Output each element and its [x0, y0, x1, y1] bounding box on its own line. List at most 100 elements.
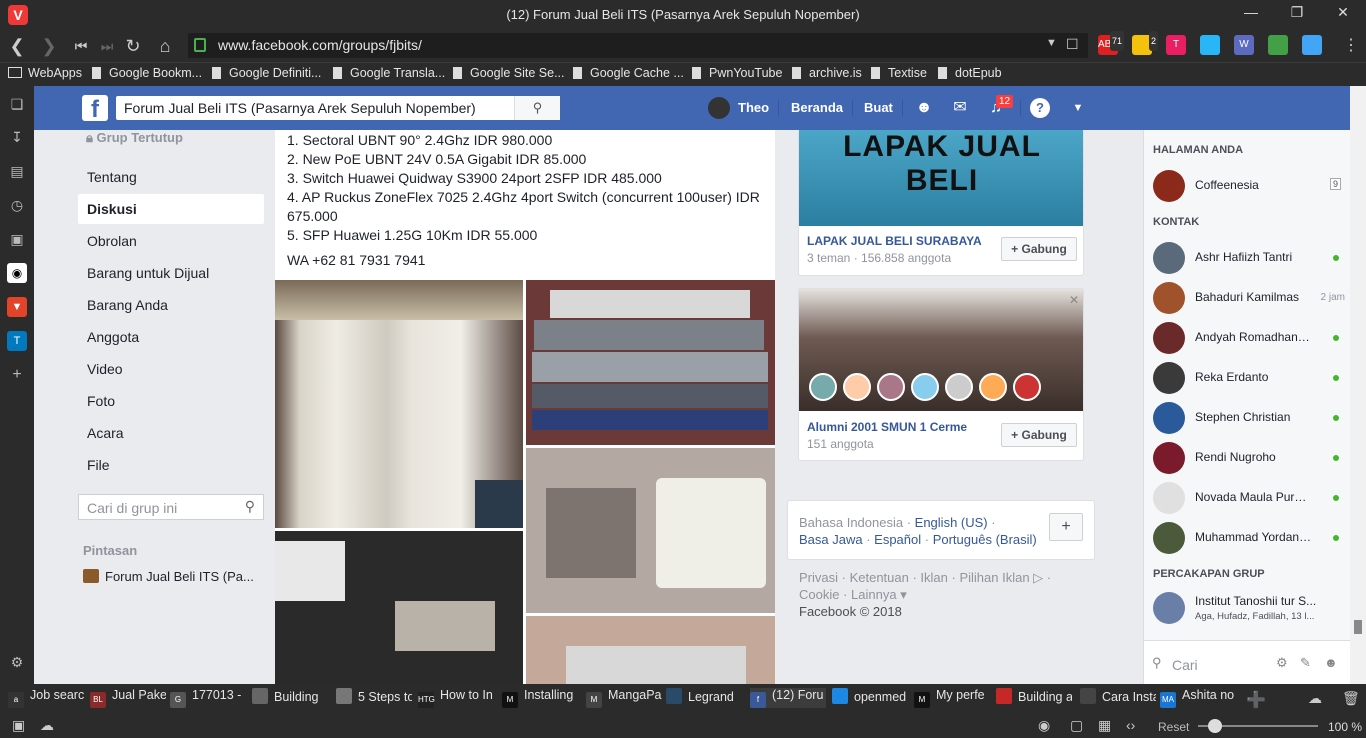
facebook-logo-icon[interactable]: f [82, 95, 108, 121]
notes-panel-icon[interactable]: ▤ [7, 161, 27, 181]
zoom-reset-button[interactable]: Reset [1158, 720, 1189, 734]
contact-item[interactable]: Rendi Nugroho [1153, 440, 1345, 476]
bookmark-item[interactable]: Google Bookm... [92, 66, 202, 80]
compass-icon[interactable] [1302, 35, 1322, 55]
adblock-icon[interactable]: ABP 71 [1098, 31, 1124, 55]
cloud-icon[interactable]: ☁ [1308, 690, 1322, 707]
fastforward-button[interactable]: ⏭ [94, 33, 120, 59]
group-banner[interactable] [799, 289, 1083, 411]
nav-item-barang-anda[interactable]: Barang Anda [78, 290, 264, 320]
bookmark-item[interactable]: Google Definiti... [212, 66, 321, 80]
share-icon[interactable] [1200, 35, 1220, 55]
tab-item[interactable]: M MangaPa [586, 688, 662, 708]
search-icon[interactable]: ⚲ [245, 498, 255, 515]
nav-item-foto[interactable]: Foto [78, 386, 264, 416]
group-name[interactable]: LAPAK JUAL BELI SURABAYA [807, 234, 982, 248]
contact-item[interactable]: Andyah Romadhanti ... [1153, 320, 1345, 356]
menu-icon[interactable]: ⋮ [1338, 33, 1364, 59]
group-name[interactable]: Alumni 2001 SMUN 1 Cerme [807, 420, 967, 434]
photo-ruckus-ap[interactable] [526, 448, 775, 613]
todoist-icon[interactable]: T [1166, 35, 1186, 55]
add-panel-icon[interactable]: + [7, 365, 27, 385]
photo-switches[interactable] [526, 280, 775, 445]
footer-link-ads[interactable]: Iklan [920, 570, 947, 585]
page-item[interactable]: Coffeenesia 9 [1153, 168, 1345, 204]
nav-item-tentang[interactable]: Tentang [78, 162, 264, 192]
language-link[interactable]: Español [874, 532, 921, 547]
close-button[interactable]: ✕ [1328, 4, 1358, 24]
footer-link-more[interactable]: Lainnya [851, 587, 897, 602]
add-language-button[interactable]: + [1049, 513, 1083, 541]
tab-item[interactable]: f (12) Foru [750, 688, 826, 708]
search-icon[interactable]: ⚲ [514, 96, 560, 120]
home-button[interactable]: ⌂ [152, 33, 178, 59]
new-group-icon[interactable]: ☻ [1324, 655, 1338, 670]
footer-link-cookie[interactable]: Cookie [799, 587, 839, 602]
history-icon[interactable]: ◷ [7, 195, 27, 215]
restore-button[interactable]: ❐ [1282, 4, 1312, 24]
tab-item[interactable]: HTG How to In [418, 688, 494, 708]
back-button[interactable]: ❮ [4, 33, 30, 59]
profile-link[interactable]: Theo [738, 100, 769, 115]
tab-item[interactable]: 5 Steps to [336, 688, 412, 708]
reload-button[interactable]: ↻ [120, 33, 146, 59]
bookmark-item[interactable]: dotEpub [938, 66, 1002, 80]
rewind-button[interactable]: ⏮ [68, 33, 94, 59]
sync-icon[interactable]: ☁ [40, 717, 54, 734]
contact-item[interactable]: Novada Maula Purwadi [1153, 480, 1345, 516]
bookmark-item[interactable]: archive.is [792, 66, 862, 80]
tab-item[interactable]: BL Jual Pake [90, 688, 166, 708]
footer-link-adchoices[interactable]: Pilihan Iklan [959, 570, 1029, 585]
language-link[interactable]: English (US) [915, 515, 988, 530]
footer-link-privacy[interactable]: Privasi [799, 570, 838, 585]
leaf-icon[interactable] [1268, 35, 1288, 55]
address-bar[interactable]: www.facebook.com/groups/fjbits/ ▼ ☐ [188, 33, 1088, 58]
tab-item[interactable]: M Installing [502, 688, 578, 708]
nav-item-obrolan[interactable]: Obrolan [78, 226, 264, 256]
tiling-icon[interactable]: ▢ [1070, 717, 1083, 734]
zoom-slider-handle[interactable] [1208, 719, 1222, 733]
contact-item[interactable]: Ashr Hafiizh Tantri [1153, 240, 1345, 276]
chat-settings-icon[interactable]: ⚙ [1276, 655, 1288, 671]
help-icon[interactable]: ? [1030, 98, 1050, 118]
window-panel-icon[interactable]: ▣ [7, 229, 27, 249]
tab-item[interactable]: Building [252, 688, 328, 708]
zoom-slider[interactable] [1198, 719, 1318, 733]
nav-item-video[interactable]: Video [78, 354, 264, 384]
trash-icon[interactable]: 🗑︎ [1342, 690, 1360, 707]
photo-poe[interactable] [275, 531, 523, 684]
tab-item[interactable]: M My perfe [914, 688, 990, 708]
tab-item[interactable]: openmed [832, 688, 908, 708]
photo-sfp[interactable] [526, 616, 775, 684]
shortcut-item[interactable]: Forum Jual Beli ITS (Pa... [83, 569, 254, 584]
bookmark-item[interactable]: WebApps [8, 66, 82, 80]
bookmark-item[interactable]: Google Transla... [333, 66, 445, 80]
nav-item-acara[interactable]: Acara [78, 418, 264, 448]
tab-item[interactable]: a Job searc [8, 688, 84, 708]
create-link[interactable]: Buat [864, 100, 893, 115]
settings-icon[interactable]: ⚙ [7, 652, 27, 672]
bookmark-item[interactable]: Textise [871, 66, 927, 80]
avatar[interactable] [708, 97, 730, 119]
gitlab-icon[interactable]: ▼ [7, 297, 27, 317]
home-link[interactable]: Beranda [791, 100, 843, 115]
contact-item[interactable]: Bahaduri Kamilmas 2 jam [1153, 280, 1345, 316]
group-search-input[interactable]: Cari di grup ini ⚲ [78, 494, 264, 520]
nav-item-file[interactable]: File [78, 450, 264, 480]
dropdown-icon[interactable]: ▼ [1046, 37, 1057, 49]
contact-item[interactable]: Reka Erdanto [1153, 360, 1345, 396]
page-actions-icon[interactable]: ‹› [1126, 717, 1135, 733]
language-link[interactable]: Basa Jawa [799, 532, 863, 547]
bookmark-item[interactable]: Google Cache ... [573, 66, 684, 80]
trello-icon[interactable]: T [7, 331, 27, 351]
tab-item[interactable]: Building a [996, 688, 1072, 708]
footer-link-terms[interactable]: Ketentuan [850, 570, 909, 585]
panel-toggle-icon[interactable]: ▣ [12, 717, 25, 734]
github-icon[interactable]: ◉ [7, 263, 27, 283]
tab-item[interactable]: G 177013 - [170, 688, 246, 708]
w-icon[interactable]: W [1234, 35, 1254, 55]
notes-icon[interactable]: 2 [1132, 31, 1158, 55]
group-chat-item[interactable]: Institut Tanoshii tur S... Aga, Hufadz, … [1153, 590, 1345, 630]
join-button[interactable]: + Gabung [1001, 237, 1077, 261]
nav-item-diskusi[interactable]: Diskusi [78, 194, 264, 224]
